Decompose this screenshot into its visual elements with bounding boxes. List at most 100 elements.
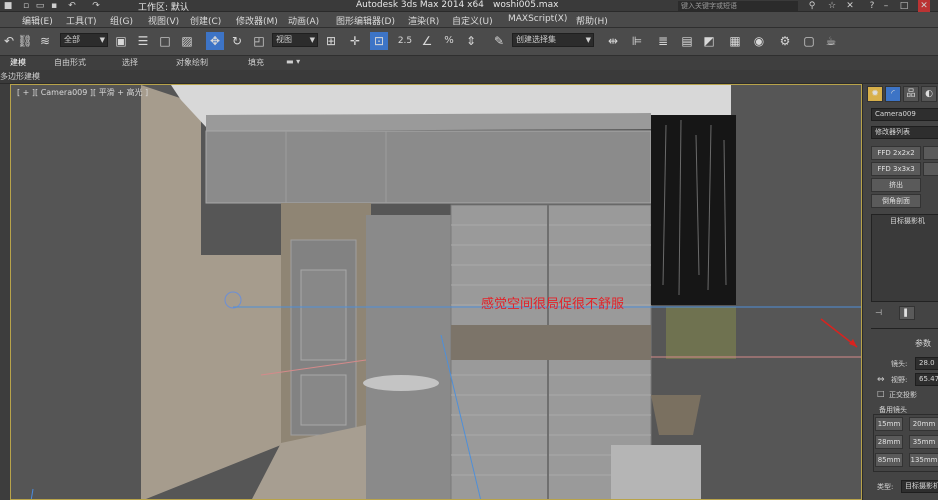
modifier-button-extrude[interactable]: 挤出 (871, 178, 921, 192)
lens-135mm-button[interactable]: 135mm (909, 453, 938, 467)
edit-named-sel-icon[interactable]: ✎ (490, 32, 508, 50)
star-icon[interactable]: ☆ (826, 0, 838, 12)
menu-animation[interactable]: 动画(A) (288, 14, 319, 27)
ortho-checkbox[interactable]: □ (877, 389, 885, 398)
pivot-center-icon[interactable]: ⊞ (322, 32, 340, 50)
lens-85mm-button[interactable]: 85mm (875, 453, 903, 467)
menu-rendering[interactable]: 渲染(R) (408, 14, 439, 27)
menu-create[interactable]: 创建(C) (190, 14, 221, 27)
menu-help[interactable]: 帮助(H) (576, 14, 608, 27)
lens-20mm-button[interactable]: 20mm (909, 417, 938, 431)
close-icon[interactable]: ✕ (918, 0, 930, 12)
ceiling-trim (206, 113, 651, 131)
modifier-button-ffd2[interactable]: FFD 2x2x2 (871, 146, 921, 160)
modifier-button-extra[interactable] (923, 162, 938, 176)
ribbon-tab-selection[interactable]: 选择 (122, 57, 138, 68)
stack-item[interactable]: 目标摄影机 (890, 216, 925, 226)
layer-manager-icon[interactable]: ≣ (654, 32, 672, 50)
link-icon[interactable]: ⛓ (16, 32, 34, 50)
save-icon[interactable]: ▪ (48, 0, 60, 12)
lens-15mm-button[interactable]: 15mm (875, 417, 903, 431)
menu-maxscript[interactable]: MAXScript(X) (508, 14, 567, 24)
camera-viewport[interactable]: [ + ][ Camera009 ][ 平滑 + 高光 ] 感觉空间很局促很不舒… (10, 84, 862, 500)
ribbon-tab-freeform[interactable]: 自由形式 (54, 57, 86, 68)
create-tab-icon[interactable]: ✹ (867, 86, 883, 102)
camera-type-dropdown[interactable]: 目标摄影机 (901, 480, 938, 493)
ribbon-sub-label[interactable]: 多边形建模 (0, 71, 40, 82)
select-by-name-icon[interactable]: ☰ (134, 32, 152, 50)
redo-icon[interactable]: ↷ (90, 0, 102, 12)
ribbon-tab-populate[interactable]: 填充 (248, 57, 264, 68)
menu-views[interactable]: 视图(V) (148, 14, 179, 27)
menu-modifiers[interactable]: 修改器(M) (236, 14, 278, 27)
modify-tab-icon[interactable]: ◜ (885, 86, 901, 102)
wall-painting (666, 307, 736, 359)
select-rotate-icon[interactable]: ↻ (228, 32, 246, 50)
mirror-icon[interactable]: ⇹ (604, 32, 622, 50)
window-crossing-icon[interactable]: ▨ (178, 32, 196, 50)
undo-icon[interactable]: ↶ (66, 0, 78, 12)
open-file-icon[interactable]: ▭ (34, 0, 46, 12)
select-scale-icon[interactable]: ◰ (250, 32, 268, 50)
menu-customize[interactable]: 自定义(U) (452, 14, 493, 27)
render-production-icon[interactable]: ☕ (822, 32, 840, 50)
modifier-button-bevel-profile[interactable]: 倒角剖面 (871, 194, 921, 208)
spinner-snap-icon[interactable]: ⇕ (462, 32, 480, 50)
menu-edit[interactable]: 编辑(E) (22, 14, 53, 27)
modifier-stack[interactable]: 目标摄影机 (871, 214, 938, 302)
tools-icon[interactable]: ✕ (844, 0, 856, 12)
bind-spacewarp-icon[interactable]: ≋ (36, 32, 54, 50)
lens-28mm-button[interactable]: 28mm (875, 435, 903, 449)
material-editor-icon[interactable]: ◉ (750, 32, 768, 50)
align-icon[interactable]: ⊫ (628, 32, 646, 50)
ref-coord-dropdown[interactable]: 视图 ▼ (272, 33, 318, 47)
motion-tab-icon[interactable]: ◐ (921, 86, 937, 102)
graphite-toggle-icon[interactable]: ▤ (678, 32, 696, 50)
door-panel (300, 374, 347, 426)
minimize-icon[interactable]: – (880, 0, 892, 12)
menu-tools[interactable]: 工具(T) (66, 14, 97, 27)
maximize-icon[interactable]: □ (898, 0, 910, 12)
search-input[interactable]: 键入关键字或短语 (678, 1, 798, 11)
ribbon-tabs: 建模 自由形式 选择 对象绘制 填充 ▬ ▾ (0, 56, 938, 70)
modifier-button-ffd3[interactable]: FFD 3x3x3 (871, 162, 921, 176)
pin-stack-icon[interactable]: ⊣ (875, 308, 882, 317)
ribbon-tab-modeling[interactable]: 建模 (10, 57, 26, 68)
keyboard-shortcut-icon[interactable]: ⊡ (370, 32, 388, 50)
hierarchy-tab-icon[interactable]: 品 (903, 86, 919, 102)
file-name: woshi005.max (493, 0, 559, 10)
fov-spinner[interactable]: 65.47 (915, 373, 938, 386)
curve-editor-icon[interactable]: ◩ (700, 32, 718, 50)
render-setup-icon[interactable]: ⚙ (776, 32, 794, 50)
menu-graph-editors[interactable]: 图形编辑器(D) (336, 14, 395, 27)
schematic-view-icon[interactable]: ▦ (726, 32, 744, 50)
percent-snap-icon[interactable]: % (440, 32, 458, 50)
select-manipulate-icon[interactable]: ✛ (346, 32, 364, 50)
selection-filter-dropdown[interactable]: 全部 ▼ (60, 33, 108, 47)
ribbon-options-icon[interactable]: ▬ ▾ (286, 57, 300, 66)
named-selection-dropdown[interactable]: 创建选择集 ▼ (512, 33, 594, 47)
rect-selection-icon[interactable]: □ (156, 32, 174, 50)
rendered-frame-icon[interactable]: ▢ (800, 32, 818, 50)
fov-direction-icon[interactable]: ⇔ (877, 375, 885, 385)
new-file-icon[interactable]: ▫ (20, 0, 32, 12)
help-icon[interactable]: ? (866, 0, 878, 12)
snap-toggle-icon[interactable]: 2.5 (396, 32, 414, 50)
app-logo-icon[interactable]: ■ (2, 0, 14, 12)
show-end-result-icon[interactable]: ▌ (899, 306, 915, 320)
lens-spinner[interactable]: 28.0 (915, 357, 938, 370)
angle-snap-icon[interactable]: ∠ (418, 32, 436, 50)
lens-35mm-button[interactable]: 35mm (909, 435, 938, 449)
select-object-icon[interactable]: ▣ (112, 32, 130, 50)
object-name-field[interactable]: Camera009 (871, 108, 938, 121)
params-rollout-title[interactable]: 参数 (915, 338, 931, 349)
divider (871, 328, 938, 329)
viewport-label[interactable]: [ + ][ Camera009 ][ 平滑 + 高光 ] (17, 87, 148, 98)
ribbon-panel: 多边形建模 (0, 70, 938, 84)
search-icon[interactable]: ⚲ (806, 0, 818, 12)
modifier-list-dropdown[interactable]: 修改器列表 (871, 126, 938, 139)
select-move-icon[interactable]: ✥ (206, 32, 224, 50)
modifier-button-extra[interactable] (923, 146, 938, 160)
menu-group[interactable]: 组(G) (110, 14, 133, 27)
ribbon-tab-object-paint[interactable]: 对象绘制 (176, 57, 208, 68)
